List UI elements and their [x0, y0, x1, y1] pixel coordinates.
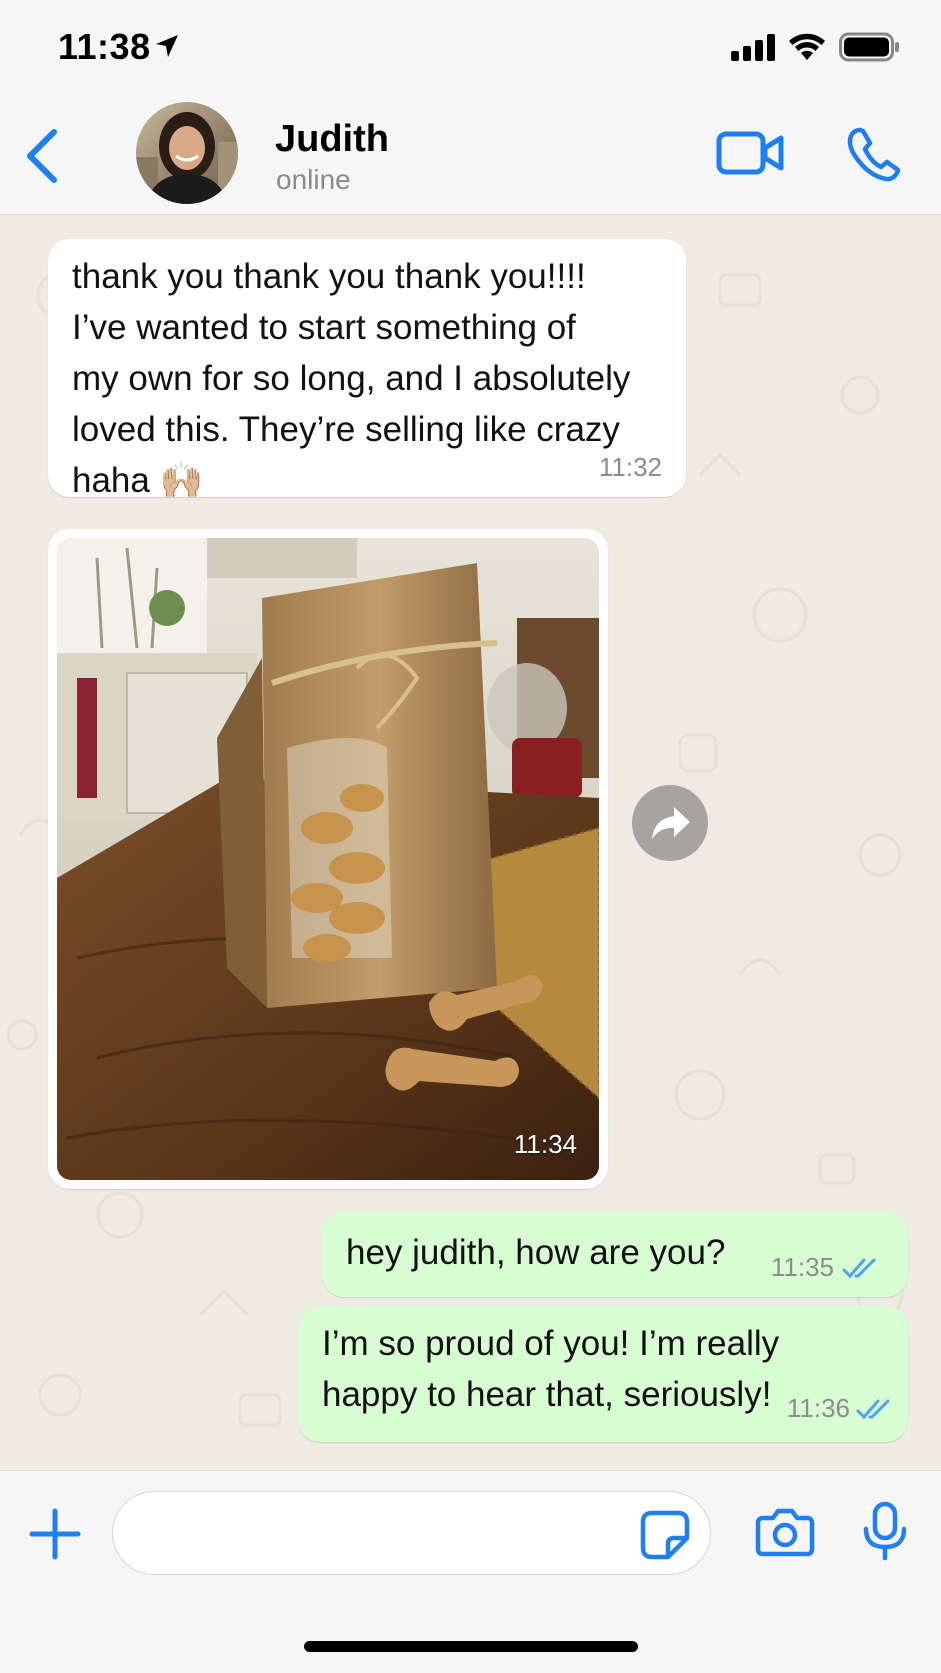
- video-call-icon[interactable]: [716, 130, 784, 176]
- message-time: 11:32: [598, 452, 662, 482]
- message-time: 11:36: [786, 1393, 850, 1423]
- chat-area[interactable]: thank you thank you thank you!!!! I’ve w…: [0, 215, 941, 1470]
- outgoing-message[interactable]: I’m so proud of you! I’m really happy to…: [298, 1306, 908, 1442]
- message-line: I’ve wanted to start something of: [72, 308, 576, 347]
- message-line: haha 🙌🏼: [72, 461, 204, 500]
- forward-icon: [652, 807, 690, 839]
- read-receipt-icon: [856, 1399, 890, 1420]
- message-composer: [0, 1470, 941, 1673]
- camera-icon[interactable]: [755, 1507, 815, 1557]
- contact-status: online: [276, 164, 351, 195]
- message-time: 11:34: [513, 1129, 577, 1159]
- incoming-photo-message[interactable]: 11:34: [48, 529, 608, 1189]
- outgoing-message[interactable]: hey judith, how are you? 11:35: [322, 1211, 908, 1297]
- photo-dog-biscuits[interactable]: 11:34: [57, 538, 599, 1180]
- back-chevron-icon[interactable]: [22, 128, 62, 184]
- wifi-icon: [789, 33, 825, 60]
- message-input[interactable]: [112, 1491, 711, 1575]
- message-line: I’m so proud of you! I’m really: [322, 1324, 780, 1363]
- home-indicator[interactable]: [304, 1641, 638, 1652]
- microphone-icon[interactable]: [862, 1501, 908, 1561]
- incoming-message[interactable]: thank you thank you thank you!!!! I’ve w…: [48, 239, 686, 500]
- status-time: 11:38: [58, 26, 151, 67]
- forward-button[interactable]: [632, 785, 708, 861]
- battery-icon: [839, 32, 899, 62]
- message-time: 11:35: [770, 1252, 834, 1282]
- message-line: thank you thank you thank you!!!!: [72, 257, 586, 296]
- read-receipt-icon: [842, 1258, 876, 1279]
- message-line: my own for so long, and I absolutely: [72, 359, 631, 398]
- location-arrow-icon: [156, 35, 178, 57]
- message-line: hey judith, how are you?: [346, 1233, 726, 1272]
- contact-name[interactable]: Judith: [275, 118, 389, 161]
- status-indicators: [731, 32, 901, 62]
- signal-icon: [731, 34, 775, 61]
- message-line: happy to hear that, seriously!: [322, 1375, 772, 1414]
- plus-icon[interactable]: [28, 1507, 82, 1561]
- chat-header: Judith online: [0, 92, 941, 215]
- avatar[interactable]: [136, 102, 238, 204]
- status-bar: 11:38: [0, 0, 941, 92]
- phone-icon[interactable]: [846, 126, 902, 182]
- sticker-icon[interactable]: [640, 1510, 690, 1560]
- message-line: loved this. They’re selling like crazy: [72, 410, 620, 449]
